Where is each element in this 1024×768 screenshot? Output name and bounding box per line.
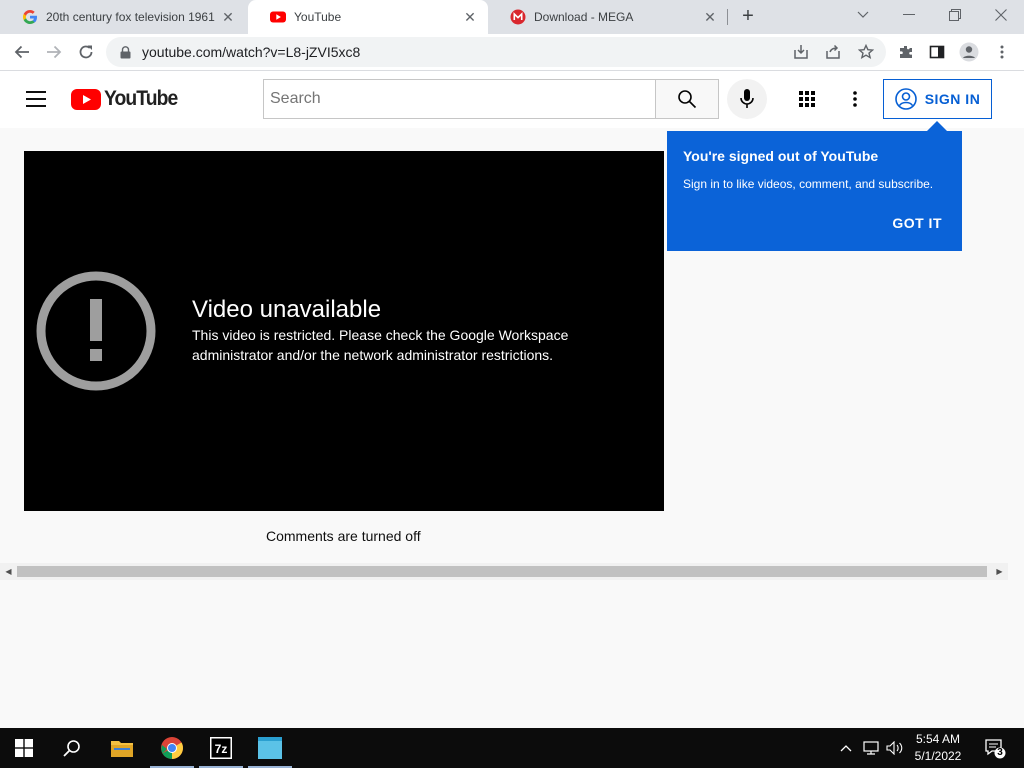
close-tab-icon[interactable]: ✕: [220, 9, 236, 25]
video-player[interactable]: Video unavailable This video is restrict…: [24, 151, 664, 511]
tooltip-description: Sign in to like videos, comment, and sub…: [683, 177, 934, 191]
browser-tab-strip: 20th century fox television 1961 ✕ YouTu…: [0, 0, 1024, 34]
extensions-puzzle-icon[interactable]: [892, 38, 920, 66]
7zip-taskbar-button[interactable]: 7z: [197, 728, 245, 768]
scroll-left-arrow-icon[interactable]: ◀: [0, 563, 17, 580]
scrollbar-thumb[interactable]: [17, 566, 987, 577]
7zip-icon: 7z: [210, 737, 232, 759]
notification-count-badge: 3: [997, 747, 1003, 758]
chrome-icon: [161, 737, 183, 759]
tooltip-title: You're signed out of YouTube: [683, 148, 879, 164]
tab-youtube[interactable]: YouTube ✕: [248, 0, 488, 34]
apps-grid-icon: [799, 91, 815, 107]
youtube-icon: [270, 11, 286, 23]
start-button[interactable]: [0, 728, 48, 768]
youtube-header: YouTube SIGN IN: [0, 71, 1024, 128]
youtube-logo[interactable]: YouTube: [71, 87, 184, 111]
voice-search-button[interactable]: [727, 79, 767, 119]
tab-google-search[interactable]: 20th century fox television 1961 ✕: [0, 0, 246, 34]
search-button[interactable]: [655, 79, 719, 119]
folder-icon: [111, 741, 133, 757]
install-app-icon[interactable]: [787, 38, 815, 66]
url-text: youtube.com/watch?v=L8-jZVI5xc8: [142, 44, 361, 60]
tab-divider: [727, 9, 728, 25]
close-tab-icon[interactable]: ✕: [462, 9, 478, 25]
back-button[interactable]: [8, 38, 36, 66]
system-clock[interactable]: 5:54 AM 5/1/2022: [904, 731, 972, 765]
windows-taskbar: 7z 5:54 AM 5/1/2022 3: [0, 728, 1024, 768]
tab-title: 20th century fox television 1961: [46, 10, 215, 24]
got-it-button[interactable]: GOT IT: [892, 215, 942, 231]
show-hidden-icons-chevron-icon[interactable]: [836, 728, 856, 768]
logo-wordmark: YouTube: [104, 87, 178, 110]
search-input[interactable]: [264, 80, 656, 118]
clock-time: 5:54 AM: [915, 732, 961, 746]
guide-menu-icon[interactable]: [22, 87, 50, 111]
more-vertical-icon: [853, 91, 857, 107]
share-icon[interactable]: [819, 38, 847, 66]
error-message: This video is restricted. Please check t…: [192, 327, 569, 363]
action-center-button[interactable]: 3: [980, 728, 1010, 768]
lock-icon[interactable]: [118, 45, 132, 59]
address-bar[interactable]: youtube.com/watch?v=L8-jZVI5xc8: [106, 37, 886, 67]
minimize-button[interactable]: [886, 0, 932, 30]
chrome-taskbar-button[interactable]: [148, 728, 196, 768]
restore-button[interactable]: [932, 0, 978, 30]
youtube-play-icon: [71, 88, 101, 110]
file-explorer-button[interactable]: [98, 728, 146, 768]
account-circle-icon: [894, 88, 917, 110]
volume-icon[interactable]: [884, 728, 906, 768]
browser-menu-icon[interactable]: [988, 38, 1016, 66]
mega-icon: [510, 9, 526, 25]
taskbar-search-button[interactable]: [48, 728, 96, 768]
youtube-apps-button[interactable]: [787, 79, 827, 119]
settings-more-button[interactable]: [835, 79, 875, 119]
application-window-icon: [258, 737, 282, 759]
clock-date: 5/1/2022: [914, 749, 962, 763]
reload-button[interactable]: [72, 38, 100, 66]
tab-search-chevron-icon[interactable]: [840, 0, 886, 30]
windows-logo-icon: [15, 739, 33, 757]
svg-text:7z: 7z: [215, 742, 228, 756]
tab-title: Download - MEGA: [534, 10, 634, 24]
search-icon: [678, 90, 697, 109]
close-tab-icon[interactable]: ✕: [702, 9, 718, 25]
sign-in-label: SIGN IN: [924, 91, 981, 107]
tab-title: YouTube: [294, 10, 342, 24]
comments-status: Comments are turned off: [266, 528, 421, 544]
horizontal-scrollbar[interactable]: ◀ ▶: [0, 563, 1008, 580]
side-panel-icon[interactable]: [923, 38, 951, 66]
new-tab-button[interactable]: +: [737, 6, 759, 28]
profile-avatar-icon[interactable]: [955, 38, 983, 66]
sign-in-button[interactable]: SIGN IN: [883, 79, 992, 119]
error-title: Video unavailable: [192, 296, 382, 323]
forward-button[interactable]: [40, 38, 68, 66]
bookmark-star-icon[interactable]: [852, 38, 880, 66]
microphone-icon: [740, 89, 754, 108]
app-taskbar-button[interactable]: [246, 728, 294, 768]
scroll-right-arrow-icon[interactable]: ▶: [991, 563, 1008, 580]
tab-mega[interactable]: Download - MEGA ✕: [488, 0, 728, 34]
signed-out-tooltip: You're signed out of YouTube Sign in to …: [667, 121, 962, 251]
network-icon[interactable]: [860, 728, 882, 768]
search-box: [263, 79, 656, 119]
close-window-button[interactable]: [978, 0, 1024, 30]
google-icon: [22, 10, 37, 24]
error-alert-icon: [36, 271, 156, 391]
search-icon: [63, 740, 80, 757]
browser-toolbar: youtube.com/watch?v=L8-jZVI5xc8: [0, 34, 1024, 71]
